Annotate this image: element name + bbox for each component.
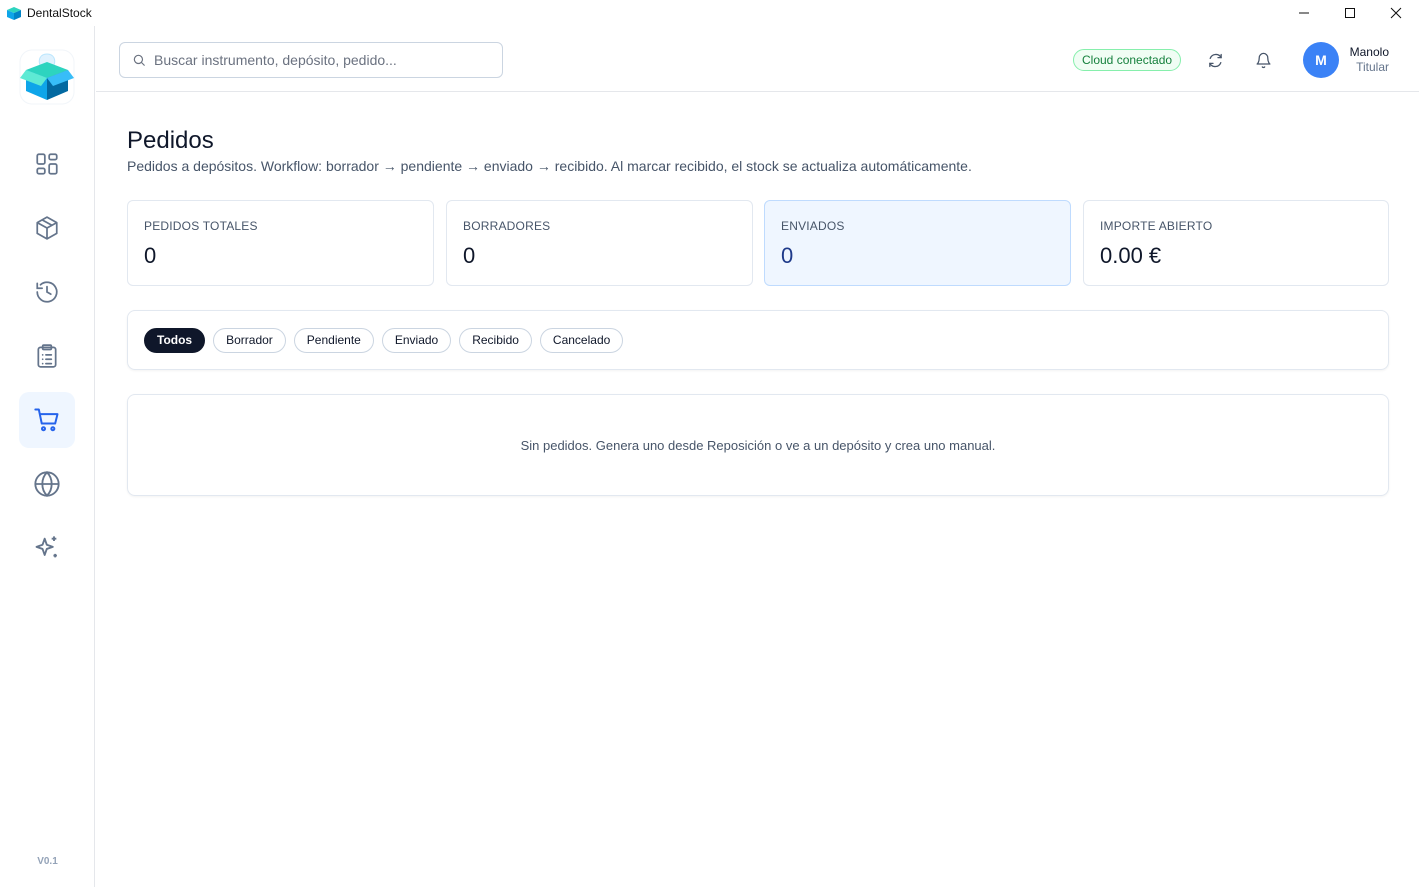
close-button[interactable] — [1373, 0, 1419, 26]
user-role: Titular — [1356, 60, 1389, 74]
nav-ai-assistant[interactable] — [19, 520, 75, 576]
page-subtitle: Pedidos a depósitos. Workflow: borrador … — [127, 158, 972, 174]
sparkles-icon — [35, 536, 57, 558]
nav-history[interactable] — [19, 264, 75, 320]
stat-label: BORRADORES — [463, 219, 551, 233]
sync-refresh-icon — [1208, 53, 1222, 67]
search-input[interactable] — [154, 52, 474, 68]
stat-value: 0 — [781, 243, 794, 268]
bell-icon — [1255, 52, 1271, 68]
globe-icon — [34, 471, 60, 497]
dashboard-grid-icon — [36, 153, 58, 175]
stat-label: PEDIDOS TOTALES — [144, 219, 258, 233]
orders-empty-state: Sin pedidos. Genera uno desde Reposición… — [127, 394, 1389, 496]
cloud-status-badge: Cloud conectado — [1073, 49, 1182, 71]
cube-box-icon — [36, 216, 58, 240]
stat-label: ENVIADOS — [781, 219, 845, 233]
stat-value: 0 — [144, 243, 157, 268]
maximize-button[interactable] — [1327, 0, 1373, 26]
clipboard-list-icon — [37, 344, 57, 368]
notifications-button[interactable] — [1251, 48, 1275, 72]
filter-chip-todos[interactable]: Todos — [144, 327, 206, 353]
window-title: DentalStock — [27, 6, 92, 20]
minimize-icon — [1299, 12, 1309, 14]
app-version: V0.1 — [37, 856, 58, 867]
search-icon — [133, 54, 145, 66]
stat-value: 0 — [463, 243, 476, 268]
filter-chip-cancelado[interactable]: Cancelado — [539, 327, 624, 353]
stat-card-total-orders: PEDIDOS TOTALES 0 — [127, 200, 434, 286]
sync-button[interactable] — [1203, 48, 1227, 72]
minimize-button[interactable] — [1281, 0, 1327, 26]
app-logo-icon — [7, 7, 21, 20]
nav-orders-list[interactable] — [19, 328, 75, 384]
user-name: Manolo — [1349, 45, 1389, 59]
nav-dashboard[interactable] — [19, 136, 75, 192]
search-box[interactable] — [119, 42, 503, 78]
history-clock-icon — [36, 281, 58, 303]
status-filter-bar: Todos Borrador Pendiente Enviado Recibid… — [127, 310, 1389, 370]
nav-depositos[interactable] — [19, 456, 75, 512]
user-info[interactable]: Manolo Titular — [1345, 45, 1389, 74]
nav-pedidos[interactable] — [19, 392, 75, 448]
filter-chip-pendiente[interactable]: Pendiente — [293, 327, 374, 353]
window-titlebar: DentalStock — [0, 0, 1419, 26]
stat-card-open-amount: IMPORTE ABIERTO 0.00 € — [1083, 200, 1389, 286]
stat-value: 0.00 € — [1100, 243, 1162, 268]
user-avatar[interactable]: M — [1303, 42, 1339, 78]
sidebar: V0.1 — [0, 26, 95, 887]
stat-card-drafts: BORRADORES 0 — [446, 200, 753, 286]
empty-state-message: Sin pedidos. Genera uno desde Reposición… — [520, 437, 996, 453]
stat-label: IMPORTE ABIERTO — [1100, 219, 1213, 233]
window-controls — [1281, 0, 1419, 26]
close-icon — [1390, 7, 1402, 19]
top-header: Cloud conectado M Manolo Titular — [96, 26, 1419, 92]
filter-chip-recibido[interactable]: Recibido — [459, 327, 532, 353]
nav-inventory[interactable] — [19, 200, 75, 256]
maximize-icon — [1345, 8, 1355, 18]
dental-box-logo-icon[interactable] — [18, 48, 76, 106]
stat-card-sent: ENVIADOS 0 — [764, 200, 1071, 286]
filter-chip-borrador[interactable]: Borrador — [213, 327, 286, 353]
shopping-cart-icon — [34, 408, 59, 432]
filter-chip-enviado[interactable]: Enviado — [381, 327, 452, 353]
page-title: Pedidos — [127, 127, 214, 154]
